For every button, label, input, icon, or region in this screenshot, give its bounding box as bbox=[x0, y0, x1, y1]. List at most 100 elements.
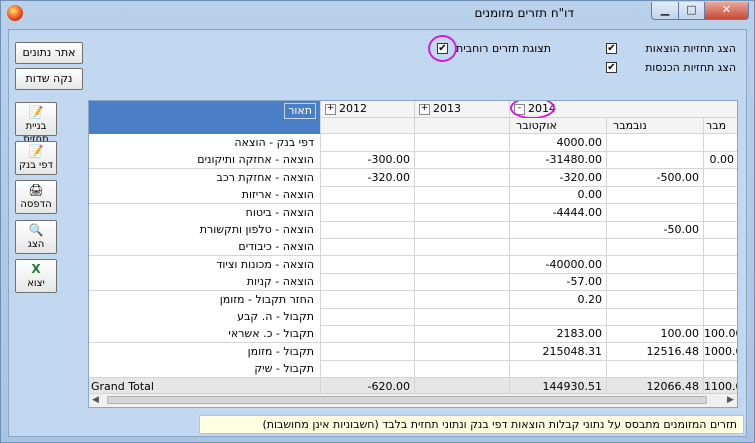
value-cell[interactable]: -4444.00 bbox=[510, 204, 607, 222]
value-cell[interactable] bbox=[415, 151, 510, 169]
value-cell[interactable]: 4000.00 bbox=[510, 134, 607, 152]
row-label[interactable]: הוצאה - אחזקה ותיקונים bbox=[89, 151, 321, 169]
value-cell[interactable] bbox=[415, 308, 510, 326]
value-cell[interactable] bbox=[321, 343, 415, 361]
scrollbar-thumb[interactable] bbox=[107, 396, 707, 404]
value-cell[interactable] bbox=[607, 204, 704, 222]
value-cell[interactable]: -50.00 bbox=[607, 221, 704, 239]
value-cell[interactable]: 12516.48 bbox=[607, 343, 704, 361]
value-cell[interactable]: 2183.00 bbox=[510, 325, 607, 343]
row-label[interactable]: הוצאה - טלפון ותקשורת bbox=[89, 221, 321, 239]
value-cell[interactable] bbox=[415, 186, 510, 204]
row-label[interactable]: תקבול - מזומן bbox=[89, 343, 321, 361]
scroll-left-icon[interactable]: ◀ bbox=[89, 394, 102, 407]
value-cell[interactable] bbox=[704, 308, 737, 326]
show-income-forecasts-checkbox[interactable]: ✔ bbox=[606, 62, 617, 73]
value-cell[interactable] bbox=[415, 204, 510, 222]
row-header-label[interactable]: תאור bbox=[284, 103, 316, 119]
value-cell[interactable] bbox=[607, 256, 704, 274]
value-cell[interactable] bbox=[607, 291, 704, 309]
year-header-2013[interactable]: +2013 bbox=[415, 101, 510, 118]
value-cell[interactable] bbox=[704, 238, 737, 256]
row-label[interactable]: הוצאה - כיבודים bbox=[89, 238, 321, 256]
value-cell[interactable]: 0.00 bbox=[704, 151, 737, 169]
value-cell[interactable] bbox=[321, 273, 415, 291]
row-label[interactable]: תקבול - ה. קבע bbox=[89, 308, 321, 326]
value-cell[interactable] bbox=[510, 360, 607, 378]
value-cell[interactable] bbox=[607, 273, 704, 291]
value-cell[interactable]: 1000.00 bbox=[704, 343, 737, 361]
value-cell[interactable]: 0.20 bbox=[510, 291, 607, 309]
value-cell[interactable] bbox=[321, 238, 415, 256]
row-label[interactable]: הוצאה - מכונות וציוד bbox=[89, 256, 321, 274]
value-cell[interactable]: 100.00 bbox=[607, 325, 704, 343]
value-cell[interactable] bbox=[704, 291, 737, 309]
value-cell[interactable] bbox=[415, 256, 510, 274]
month-header-november[interactable]: נובמבר bbox=[607, 118, 704, 134]
value-cell[interactable] bbox=[704, 273, 737, 291]
value-cell[interactable] bbox=[704, 169, 737, 187]
row-label[interactable]: הוצאה - אריזות bbox=[89, 186, 321, 204]
row-label[interactable]: הוצאה - אחזקת רכב bbox=[89, 169, 321, 187]
preview-button[interactable]: 🔍 הצג bbox=[15, 220, 57, 254]
value-cell[interactable] bbox=[607, 151, 704, 169]
expand-icon[interactable]: + bbox=[325, 103, 336, 115]
show-expense-forecasts-checkbox[interactable]: ✔ bbox=[606, 43, 617, 54]
value-cell[interactable]: -320.00 bbox=[321, 169, 415, 187]
expand-icon[interactable]: + bbox=[419, 103, 430, 115]
value-cell[interactable] bbox=[704, 360, 737, 378]
value-cell[interactable] bbox=[321, 186, 415, 204]
value-cell[interactable] bbox=[704, 204, 737, 222]
value-cell[interactable] bbox=[607, 360, 704, 378]
value-cell[interactable] bbox=[321, 204, 415, 222]
value-cell[interactable] bbox=[607, 238, 704, 256]
month-header-december[interactable]: מבר bbox=[704, 118, 737, 134]
value-cell[interactable] bbox=[415, 169, 510, 187]
value-cell[interactable] bbox=[704, 186, 737, 204]
value-cell[interactable] bbox=[704, 221, 737, 239]
value-cell[interactable]: 0.00 bbox=[510, 186, 607, 204]
value-cell[interactable]: -500.00 bbox=[607, 169, 704, 187]
value-cell[interactable] bbox=[415, 343, 510, 361]
value-cell[interactable] bbox=[321, 308, 415, 326]
value-cell[interactable]: -31480.00 bbox=[510, 151, 607, 169]
row-label[interactable]: הוצאה - קניות bbox=[89, 273, 321, 291]
value-cell[interactable] bbox=[510, 308, 607, 326]
value-cell[interactable] bbox=[321, 291, 415, 309]
minimize-button[interactable]: ▁ bbox=[651, 2, 679, 20]
year-header-2012[interactable]: +2012 bbox=[321, 101, 415, 118]
value-cell[interactable] bbox=[415, 238, 510, 256]
row-label[interactable]: דפי בנק - הוצאה bbox=[89, 134, 321, 152]
value-cell[interactable] bbox=[607, 186, 704, 204]
value-cell[interactable] bbox=[321, 256, 415, 274]
value-cell[interactable]: 215048.31 bbox=[510, 343, 607, 361]
value-cell[interactable] bbox=[510, 221, 607, 239]
row-label[interactable]: תקבול - כ. אשראי bbox=[89, 325, 321, 343]
horizontal-scrollbar[interactable]: ◀ ▶ bbox=[89, 393, 737, 407]
value-cell[interactable] bbox=[415, 221, 510, 239]
row-label[interactable]: הוצאה - ביטוח bbox=[89, 204, 321, 222]
value-cell[interactable] bbox=[415, 360, 510, 378]
build-forecast-button[interactable]: 📝 בניית תחזית bbox=[15, 102, 57, 145]
value-cell[interactable]: -320.00 bbox=[510, 169, 607, 187]
value-cell[interactable]: -300.00 bbox=[321, 151, 415, 169]
value-cell[interactable] bbox=[704, 134, 737, 152]
value-cell[interactable]: -40000.00 bbox=[510, 256, 607, 274]
value-cell[interactable] bbox=[415, 325, 510, 343]
value-cell[interactable] bbox=[607, 134, 704, 152]
value-cell[interactable] bbox=[321, 325, 415, 343]
maximize-button[interactable]: □ bbox=[678, 2, 705, 20]
find-data-button[interactable]: אתר נתונים bbox=[15, 42, 83, 64]
print-button[interactable]: 🖨 הדפסה bbox=[15, 180, 57, 214]
value-cell[interactable]: -57.00 bbox=[510, 273, 607, 291]
value-cell[interactable] bbox=[321, 221, 415, 239]
value-cell[interactable] bbox=[704, 256, 737, 274]
close-button[interactable]: ✕ bbox=[704, 2, 749, 20]
bank-pages-button[interactable]: 📝 דפי בנק bbox=[15, 141, 57, 175]
value-cell[interactable]: 100.00 bbox=[704, 325, 737, 343]
value-cell[interactable] bbox=[607, 308, 704, 326]
row-label[interactable]: החזר תקבול - מזומן bbox=[89, 291, 321, 309]
scroll-right-icon[interactable]: ▶ bbox=[724, 394, 737, 407]
export-button[interactable]: X יצוא bbox=[15, 259, 57, 293]
month-header-october[interactable]: אוקטובר bbox=[510, 118, 607, 134]
